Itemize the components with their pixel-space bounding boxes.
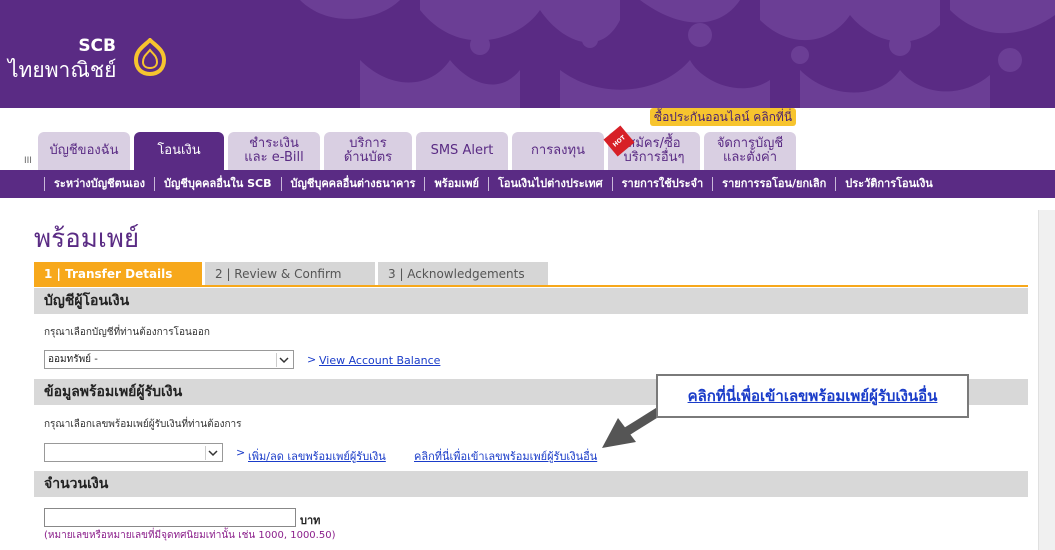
callout-link[interactable]: คลิกที่นี่เพื่อเข้าเลขพร้อมเพย์ผู้รับเงิ… [688, 384, 938, 408]
tab-label-line1: ชำระเงิน [249, 136, 299, 151]
link-arrow-icon: > [236, 446, 246, 459]
subnav-promptpay[interactable]: พร้อมเพย์ [424, 177, 487, 191]
amount-heading: จำนวนเงิน [34, 471, 1028, 497]
tab-label: SMS Alert [430, 143, 494, 158]
tab-label: การลงทุน [531, 143, 585, 158]
tab-transfer[interactable]: โอนเงิน [134, 132, 224, 170]
manage-promptpay-link[interactable]: เพิ่ม/ลด เลขพร้อมเพย์ผู้รับเงิน [248, 447, 386, 465]
tab-card-services[interactable]: บริการ ด้านบัตร [324, 132, 412, 170]
view-account-balance-link[interactable]: View Account Balance [319, 354, 440, 367]
tab-payment[interactable]: ชำระเงิน และ e-Bill [228, 132, 320, 170]
tab-label-line1: บริการ [349, 136, 387, 151]
from-account-selected: ออมทรัพย์ - [48, 354, 98, 365]
promptpay-select[interactable] [44, 443, 223, 462]
amount-input[interactable] [44, 508, 296, 527]
chevron-down-icon [205, 446, 219, 460]
header-banner: SCB ไทยพาณิชย์ [0, 0, 1055, 108]
step-review-confirm: 2 | Review & Confirm [205, 262, 375, 285]
page-title: พร้อมเพย์ [34, 224, 140, 254]
tab-label: โอนเงิน [157, 143, 201, 158]
subnav-other-scb[interactable]: บัญชีบุคคลอื่นใน SCB [154, 177, 281, 191]
link-arrow-icon: > [307, 353, 317, 366]
tab-label-line1: สมัคร/ซื้อ [627, 136, 681, 151]
subnav-international[interactable]: โอนเงินไปต่างประเทศ [487, 177, 612, 191]
tab-label-line2: ด้านบัตร [343, 150, 393, 165]
tab-account-settings[interactable]: จัดการบัญชี และตั้งค่า [704, 132, 796, 170]
tab-my-accounts[interactable]: บัญชีของฉัน [38, 132, 130, 170]
tab-label-line2: และ e-Bill [244, 150, 304, 165]
steps-underline [34, 285, 1028, 287]
wizard-steps: 1 | Transfer Details 2 | Review & Confir… [34, 262, 554, 285]
logo-text-scb: SCB [78, 36, 116, 56]
subnav-pending[interactable]: รายการรอโอน/ยกเลิก [712, 177, 835, 191]
app-root: SCB ไทยพาณิชย์ III ซื้อประกันออนไลน์ คลิ… [0, 0, 1055, 550]
from-account-hint: กรุณาเลือกบัญชีที่ท่านต้องการโอนออก [44, 327, 210, 338]
from-account-heading: บัญชีผู้โอนเงิน [34, 288, 1028, 314]
amount-note: (หมายเลขหรือหมายเลขที่มีจุดทศนิยมเท่านั้… [44, 530, 336, 541]
tab-label: บัญชีของฉัน [49, 143, 119, 158]
subnav-own-accounts[interactable]: ระหว่างบัญชีตนเอง [44, 177, 154, 191]
step-transfer-details: 1 | Transfer Details [34, 262, 202, 285]
tab-investment[interactable]: การลงทุน [512, 132, 604, 170]
collapse-marker[interactable]: III [24, 156, 32, 166]
main-tabbar: III ซื้อประกันออนไลน์ คลิกที่นี่ บัญชีขอ… [0, 108, 1055, 170]
insurance-promo-link[interactable]: ซื้อประกันออนไลน์ คลิกที่นี่ [650, 108, 796, 126]
logo-text-thai: ไทยพาณิชย์ [8, 58, 117, 82]
transfer-subnav: ระหว่างบัญชีตนเอง บัญชีบุคคลอื่นใน SCB บ… [0, 170, 1055, 198]
tab-label-line1: จัดการบัญชี [716, 136, 784, 151]
tab-label-line2: บริการอื่นๆ [623, 150, 685, 165]
scb-emblem-icon [133, 38, 167, 77]
chevron-down-icon [276, 353, 290, 367]
page-scrollbar[interactable] [1038, 210, 1055, 550]
scb-logo[interactable]: SCB ไทยพาณิชย์ [8, 30, 178, 86]
step-acknowledgements: 3 | Acknowledgements [378, 262, 548, 285]
amount-unit: บาท [300, 514, 321, 527]
promptpay-hint: กรุณาเลือกเลขพร้อมเพย์ผู้รับเงินที่ท่านต… [44, 419, 242, 430]
subnav-other-bank[interactable]: บัญชีบุคคลอื่นต่างธนาคาร [280, 177, 425, 191]
subnav-favourites[interactable]: รายการใช้ประจำ [611, 177, 713, 191]
from-account-select[interactable]: ออมทรัพย์ - [44, 350, 294, 369]
tab-sms-alert[interactable]: SMS Alert [416, 132, 508, 170]
callout-box[interactable]: คลิกที่นี่เพื่อเข้าเลขพร้อมเพย์ผู้รับเงิ… [656, 374, 969, 418]
tab-label-line2: และตั้งค่า [722, 150, 778, 165]
subnav-history[interactable]: ประวัติการโอนเงิน [835, 177, 942, 191]
other-promptpay-link[interactable]: คลิกที่นี่เพื่อเข้าเลขพร้อมเพย์ผู้รับเงิ… [414, 447, 597, 465]
